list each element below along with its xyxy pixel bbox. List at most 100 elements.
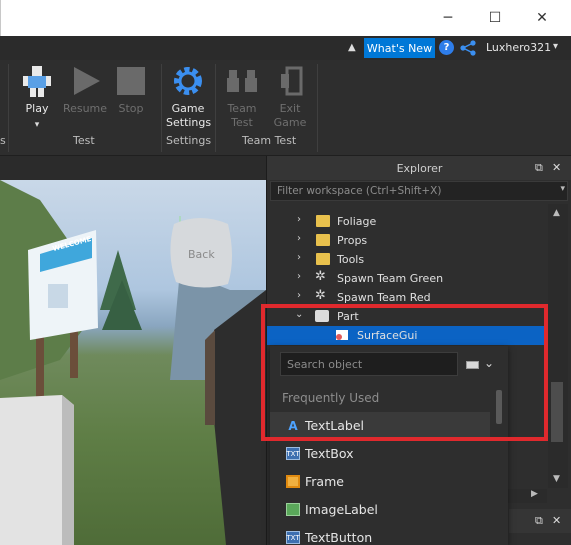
tree-item-tools[interactable]: › Tools	[267, 250, 547, 269]
tree-item-props[interactable]: › Props	[267, 231, 547, 250]
test-group-label: Test	[73, 134, 95, 147]
tree-item-foliage[interactable]: › Foliage	[267, 212, 547, 231]
window-title-bar: ─ ☐ ✕	[0, 0, 571, 36]
username-label[interactable]: Luxhero321	[486, 41, 551, 54]
scroll-right-icon[interactable]: ▶	[531, 489, 538, 499]
exit-game-label-2: Game	[273, 116, 307, 129]
stop-label: Stop	[118, 102, 144, 115]
play-figure-icon	[23, 66, 51, 97]
settings-group-label: Settings	[166, 134, 212, 147]
insert-item-imagelabel[interactable]: ImageLabel	[270, 496, 490, 524]
dock-icon[interactable]: ⧉	[535, 514, 543, 528]
gear-icon	[174, 67, 202, 95]
scroll-up-icon[interactable]: ▲	[553, 208, 560, 218]
building-post	[205, 330, 215, 425]
tree-item-spawn-team-green[interactable]: › ✲ Spawn Team Green	[267, 269, 547, 288]
user-menu-chevron-icon[interactable]: ▾	[553, 41, 558, 52]
toggle-icon[interactable]	[466, 361, 479, 369]
folder-icon	[316, 234, 330, 246]
insert-item-textbutton[interactable]: TXT TextButton	[270, 524, 490, 545]
insert-item-label: TextLabel	[305, 418, 365, 433]
resume-label: Resume	[62, 102, 108, 115]
ribbon-toolbar: s Play ▾ Resume Stop Test Game Settings …	[0, 60, 571, 156]
close-window-button[interactable]: ✕	[532, 8, 552, 28]
game-settings-label-2: Settings	[166, 116, 212, 129]
popup-scrollbar-thumb[interactable]	[496, 390, 502, 424]
insert-item-frame[interactable]: Frame	[270, 468, 490, 496]
frame-icon	[286, 475, 300, 488]
maximize-button[interactable]: ☐	[485, 8, 505, 28]
filter-workspace-input[interactable]: Filter workspace (Ctrl+Shift+X)	[270, 181, 568, 201]
viewport-header	[0, 156, 266, 331]
collapse-arrow-icon[interactable]: ⌄	[295, 309, 303, 320]
filter-dropdown-icon[interactable]: ▾	[560, 184, 565, 194]
game-settings-button[interactable]: Game Settings	[166, 64, 212, 130]
help-icon[interactable]: ?	[439, 40, 454, 55]
tree-item-label: Part	[337, 310, 359, 323]
ribbon-separator	[215, 64, 216, 152]
part-icon	[315, 310, 329, 322]
textbox-icon: TXT	[286, 447, 300, 460]
scroll-down-icon[interactable]: ▼	[553, 474, 560, 484]
insert-item-textlabel[interactable]: A TextLabel	[270, 412, 490, 440]
surfacegui-icon	[335, 329, 349, 341]
team-test-label-1: Team	[227, 102, 257, 115]
expand-arrow-icon[interactable]: ›	[297, 290, 301, 301]
tree-item-surfacegui[interactable]: SurfaceGui	[267, 326, 547, 345]
whats-new-button[interactable]: What's New	[364, 38, 435, 58]
sign-image	[48, 284, 68, 308]
minimize-button[interactable]: ─	[438, 8, 458, 28]
ribbon-separator	[8, 64, 9, 152]
expand-arrow-icon[interactable]: ›	[297, 233, 301, 244]
expand-arrow-icon[interactable]: ›	[297, 271, 301, 282]
collapse-ribbon-icon[interactable]: ▲	[348, 42, 356, 53]
scene-drawing	[0, 180, 266, 545]
expand-arrow-icon[interactable]: ›	[297, 252, 301, 263]
building-shape	[214, 290, 266, 545]
3d-viewport[interactable]: WELCOME Back	[0, 180, 266, 545]
team-test-button[interactable]: Team Test	[222, 64, 262, 130]
textbutton-icon: TXT	[286, 531, 300, 544]
insert-object-popup: Search object ⌄ Frequently Used A TextLa…	[270, 346, 508, 545]
expand-arrow-icon[interactable]: ›	[297, 214, 301, 225]
close-explorer-icon[interactable]: ✕	[552, 161, 561, 174]
chevron-down-icon[interactable]: ⌄	[484, 356, 494, 370]
stop-square-icon	[117, 67, 145, 95]
ribbon-separator	[161, 64, 162, 152]
insert-item-label: TextButton	[305, 530, 373, 545]
team-test-group-label: Team Test	[242, 134, 297, 147]
explorer-title: Explorer	[396, 161, 443, 175]
properties-panel-header: ⧉ ✕	[509, 509, 571, 533]
insert-item-label: TextBox	[305, 446, 354, 461]
tree-item-label: Foliage	[337, 215, 377, 228]
scrollbar-thumb[interactable]	[551, 382, 563, 442]
white-block-side	[62, 395, 74, 545]
frequently-used-heading: Frequently Used	[282, 391, 380, 405]
play-dropdown-icon[interactable]: ▾	[18, 118, 56, 132]
explorer-title-bar: Explorer ⧉ ✕	[267, 156, 571, 180]
share-icon[interactable]	[459, 40, 477, 56]
insert-item-label: ImageLabel	[305, 502, 378, 517]
search-object-input[interactable]: Search object	[280, 352, 458, 376]
tree-item-label: Props	[337, 234, 368, 247]
exit-game-button[interactable]: Exit Game	[270, 64, 310, 130]
left-group-label-fragment: s	[0, 134, 6, 147]
team-test-icon	[227, 70, 257, 92]
tree-item-spawn-team-red[interactable]: › ✲ Spawn Team Red	[267, 288, 547, 307]
folder-icon	[316, 253, 330, 265]
imagelabel-icon	[286, 503, 300, 516]
tree-item-part[interactable]: ⌄ Part	[267, 307, 547, 326]
ribbon-separator	[317, 64, 318, 152]
explorer-vertical-scrollbar[interactable]	[548, 204, 568, 488]
play-label: Play	[25, 102, 49, 115]
stop-button[interactable]: Stop	[114, 64, 148, 116]
play-button[interactable]: Play ▾	[18, 64, 56, 132]
dock-icon[interactable]: ⧉	[535, 161, 543, 175]
back-label: Back	[188, 248, 215, 261]
resume-triangle-icon	[74, 67, 100, 95]
tree-item-label: Tools	[337, 253, 365, 266]
insert-item-textbox[interactable]: TXT TextBox	[270, 440, 490, 468]
close-panel-icon[interactable]: ✕	[552, 514, 561, 527]
team-test-label-2: Test	[231, 116, 253, 129]
resume-button[interactable]: Resume	[62, 64, 108, 116]
